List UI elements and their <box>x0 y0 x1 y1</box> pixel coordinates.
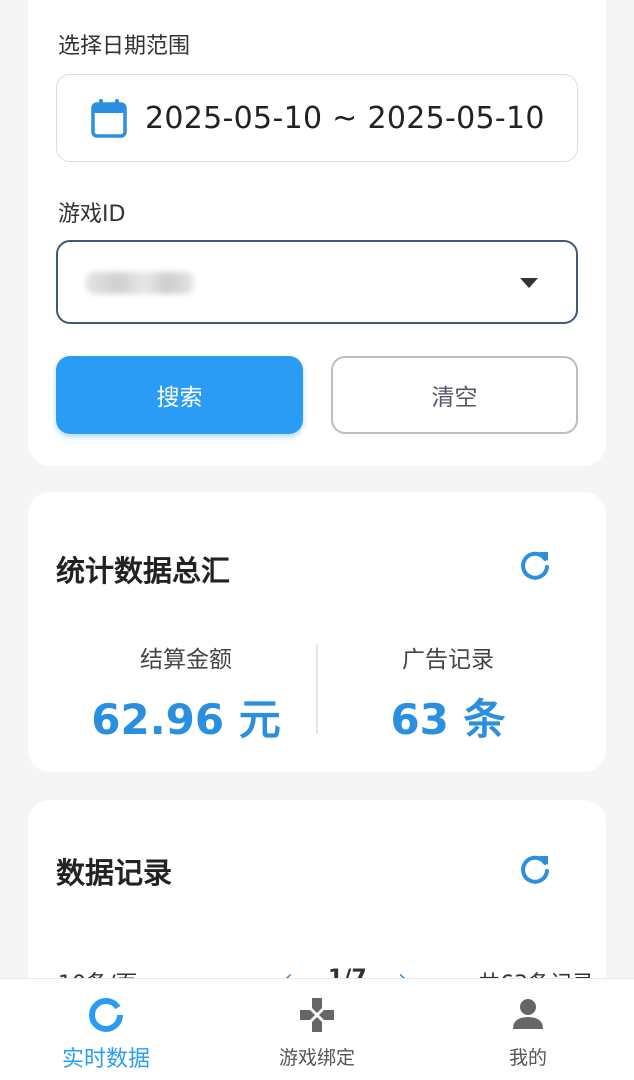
clear-button[interactable]: 清空 <box>331 356 578 434</box>
filter-card: 选择日期范围 2025-05-10 ~ 2025-05-10 游戏ID 搜索 清… <box>28 0 606 466</box>
chevron-down-icon <box>520 278 538 288</box>
bottom-nav: 实时数据 游戏绑定 我的 <box>0 978 634 1080</box>
calendar-icon <box>91 99 127 138</box>
stats-summary-card: 统计数据总汇 结算金额 62.96 元 广告记录 63 条 <box>28 492 606 772</box>
search-button[interactable]: 搜索 <box>56 356 303 434</box>
user-icon <box>513 999 543 1029</box>
game-id-value-redacted <box>86 272 194 294</box>
game-id-select[interactable] <box>56 240 578 324</box>
nav-label-realtime: 实时数据 <box>61 1047 150 1072</box>
settle-amount-value: 62.96 元 <box>91 695 281 744</box>
refresh-icon[interactable] <box>518 852 552 886</box>
nav-item-realtime[interactable]: 实时数据 <box>26 979 186 1080</box>
game-id-label: 游戏ID <box>58 202 126 227</box>
realtime-icon <box>89 998 123 1032</box>
ad-records-value: 63 条 <box>390 695 506 744</box>
ad-records-label: 广告记录 <box>402 647 494 673</box>
date-range-picker[interactable]: 2025-05-10 ~ 2025-05-10 <box>56 74 578 162</box>
gamepad-icon <box>300 998 334 1032</box>
settle-amount-label: 结算金额 <box>140 647 232 673</box>
records-title: 数据记录 <box>56 856 173 890</box>
nav-item-mine[interactable]: 我的 <box>448 979 608 1080</box>
nav-label-game-binding: 游戏绑定 <box>278 1047 355 1069</box>
stats-title: 统计数据总汇 <box>56 554 231 588</box>
date-range-label: 选择日期范围 <box>58 34 191 59</box>
date-range-value: 2025-05-10 ~ 2025-05-10 <box>145 100 545 136</box>
refresh-icon[interactable] <box>518 548 552 582</box>
nav-item-game-binding[interactable]: 游戏绑定 <box>237 979 397 1080</box>
nav-label-mine: 我的 <box>508 1047 547 1069</box>
